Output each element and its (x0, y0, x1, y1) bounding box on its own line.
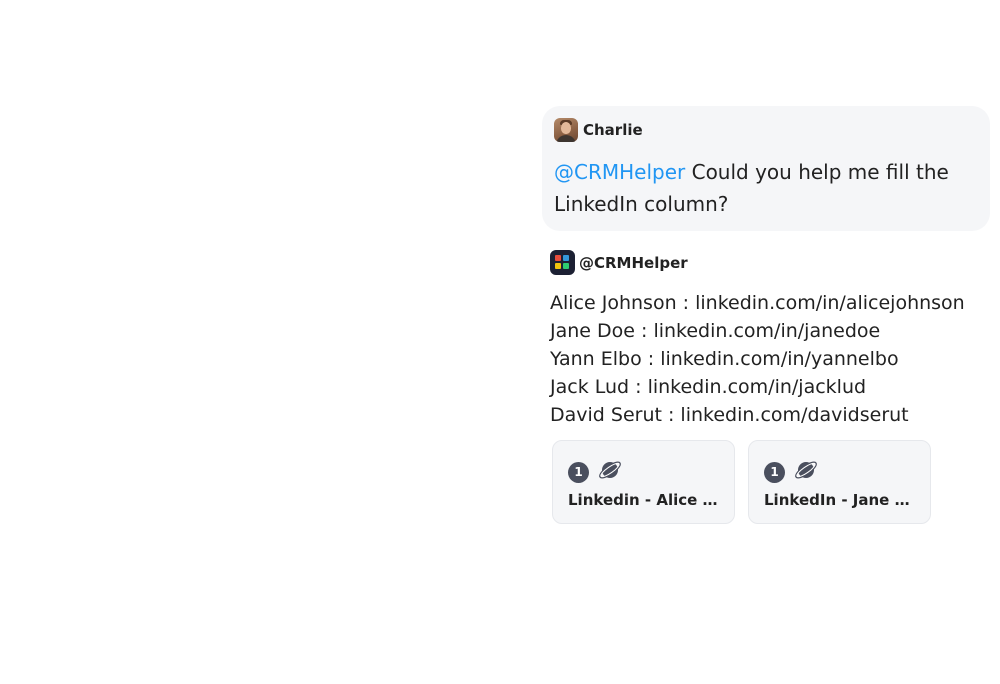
user-message-header: Charlie (554, 118, 978, 142)
source-card-title: LinkedIn - Jane Doe (764, 491, 915, 509)
user-sender-name: Charlie (583, 121, 643, 139)
answer-line: David Serut : linkedin.com/davidserut (550, 404, 909, 426)
source-card-jane[interactable]: 1 LinkedIn - Jane Doe (748, 440, 931, 524)
source-cards: 1 Linkedin - Alice Johnson 1 Linked (552, 440, 931, 524)
source-count-badge: 1 (568, 461, 589, 483)
answer-line: Alice Johnson : linkedin.com/in/alicejoh… (550, 292, 965, 314)
source-card-alice[interactable]: 1 Linkedin - Alice Johnson (552, 440, 735, 524)
bot-message: @CRMHelper Alice Johnson : linkedin.com/… (550, 250, 990, 429)
bot-message-header: @CRMHelper (550, 250, 990, 275)
answer-line: Jane Doe : linkedin.com/in/janedoe (550, 320, 881, 342)
planet-icon (598, 459, 622, 485)
source-count-badge: 1 (764, 461, 785, 483)
source-card-meta: 1 (568, 459, 719, 485)
source-card-meta: 1 (764, 459, 915, 485)
user-message-bubble: Charlie @CRMHelper Could you help me fil… (542, 106, 990, 231)
bot-mention-link[interactable]: @CRMHelper (554, 160, 685, 184)
bot-answer: Alice Johnson : linkedin.com/in/alicejoh… (550, 289, 990, 429)
bot-sender-name: @CRMHelper (579, 253, 688, 272)
source-card-title: Linkedin - Alice Johnson (568, 491, 719, 509)
planet-icon (794, 459, 818, 485)
answer-line: Jack Lud : linkedin.com/in/jacklud (550, 376, 867, 398)
user-message-text: @CRMHelper Could you help me fill the Li… (554, 156, 978, 220)
user-avatar (554, 118, 578, 142)
bot-logo-icon (550, 250, 575, 275)
answer-line: Yann Elbo : linkedin.com/in/yannelbo (550, 348, 899, 370)
